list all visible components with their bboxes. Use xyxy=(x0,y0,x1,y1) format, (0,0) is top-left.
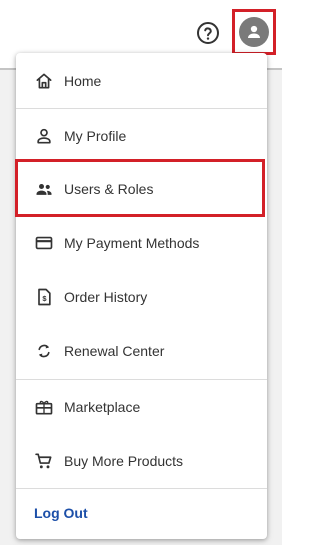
person-icon xyxy=(248,25,260,38)
help-icon[interactable] xyxy=(196,21,220,45)
help-circle-icon xyxy=(197,22,219,44)
credit-card-icon xyxy=(34,233,54,253)
menu-item-my-profile[interactable]: My Profile xyxy=(16,109,267,163)
menu-item-label: Renewal Center xyxy=(64,343,165,359)
menu-item-payment-methods[interactable]: My Payment Methods xyxy=(16,216,267,270)
person-outline-icon xyxy=(34,126,54,146)
menu-item-label: My Profile xyxy=(64,128,127,144)
refresh-icon xyxy=(34,341,54,361)
receipt-icon: $ xyxy=(34,287,54,307)
user-dropdown-menu: Home My Profile Users & Roles My Payment… xyxy=(16,53,267,539)
people-icon xyxy=(34,179,54,199)
menu-item-marketplace[interactable]: Marketplace xyxy=(16,380,267,434)
avatar xyxy=(239,17,269,47)
cart-icon xyxy=(34,451,54,471)
menu-item-label: Buy More Products xyxy=(64,453,184,469)
home-icon xyxy=(34,71,54,91)
svg-text:$: $ xyxy=(42,294,47,303)
menu-item-renewal-center[interactable]: Renewal Center xyxy=(16,324,267,378)
menu-item-users-roles[interactable]: Users & Roles xyxy=(16,162,267,216)
menu-item-home[interactable]: Home xyxy=(16,54,267,108)
user-avatar-button[interactable] xyxy=(232,9,276,55)
menu-item-order-history[interactable]: $ Order History xyxy=(16,270,267,324)
menu-item-label: Home xyxy=(64,73,102,89)
menu-item-label: Marketplace xyxy=(64,399,141,415)
menu-divider xyxy=(16,488,267,489)
menu-item-label: My Payment Methods xyxy=(64,235,200,251)
menu-item-label: Users & Roles xyxy=(64,181,154,197)
gift-icon xyxy=(34,397,54,417)
menu-item-label: Order History xyxy=(64,289,148,305)
menu-item-buy-more-products[interactable]: Buy More Products xyxy=(16,434,267,488)
logout-link[interactable]: Log Out xyxy=(34,505,88,521)
